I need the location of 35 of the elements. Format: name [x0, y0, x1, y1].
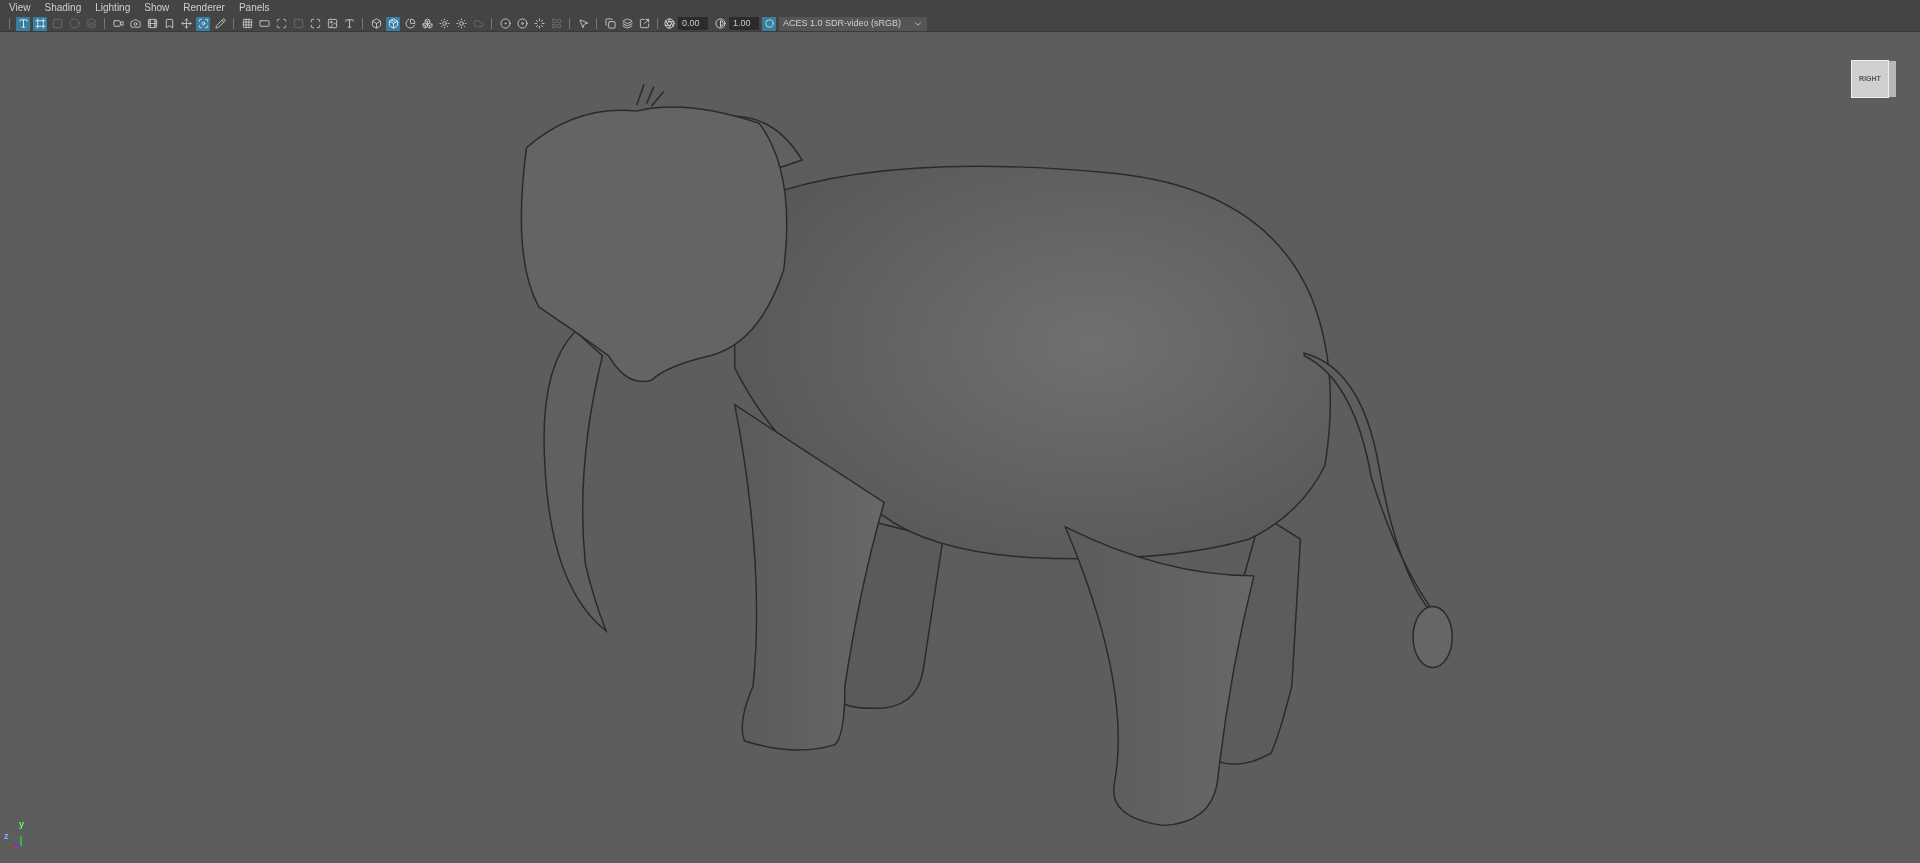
- menu-item[interactable]: Lighting: [95, 3, 131, 13]
- menu-item[interactable]: Show: [144, 3, 170, 13]
- layers-button[interactable]: [620, 16, 634, 31]
- menu-item[interactable]: Renderer: [183, 3, 225, 13]
- menu-item[interactable]: View: [9, 3, 31, 13]
- axis-label: z: [4, 832, 9, 841]
- camera-button[interactable]: [128, 16, 142, 31]
- pencil-button[interactable]: [213, 16, 227, 31]
- text-frame-button[interactable]: [342, 16, 356, 31]
- gamma-field[interactable]: 1.00: [729, 17, 759, 30]
- exposure-field[interactable]: 0.00: [678, 17, 708, 30]
- gate-button[interactable]: [274, 16, 288, 31]
- select-pointer-button[interactable]: [576, 16, 590, 31]
- menu-item[interactable]: Shading: [44, 3, 82, 13]
- exposure-icon: [664, 18, 675, 29]
- gamma-icon: [715, 18, 726, 29]
- export-button[interactable]: [637, 16, 651, 31]
- copy-button[interactable]: [603, 16, 617, 31]
- scan-button[interactable]: [196, 16, 210, 31]
- grid-button[interactable]: [240, 16, 254, 31]
- wireframe-cube-button[interactable]: [369, 16, 383, 31]
- axis-label: y: [19, 820, 24, 829]
- light-button[interactable]: [454, 16, 468, 31]
- image-button[interactable]: [325, 16, 339, 31]
- move-button[interactable]: [179, 16, 193, 31]
- sparkle-button[interactable]: [437, 16, 451, 31]
- pie-button[interactable]: [403, 16, 417, 31]
- shaded-cube-button[interactable]: [386, 16, 400, 31]
- textured-cube-button[interactable]: [420, 16, 434, 31]
- film-camera-button[interactable]: [145, 16, 159, 31]
- color-space-dropdown[interactable]: ACES 1.0 SDR-video (sRGB): [779, 16, 927, 31]
- frame-button[interactable]: [33, 16, 47, 31]
- menu-item[interactable]: Panels: [238, 3, 270, 13]
- color-management-button[interactable]: [762, 16, 776, 31]
- field-chart-button[interactable]: [308, 16, 322, 31]
